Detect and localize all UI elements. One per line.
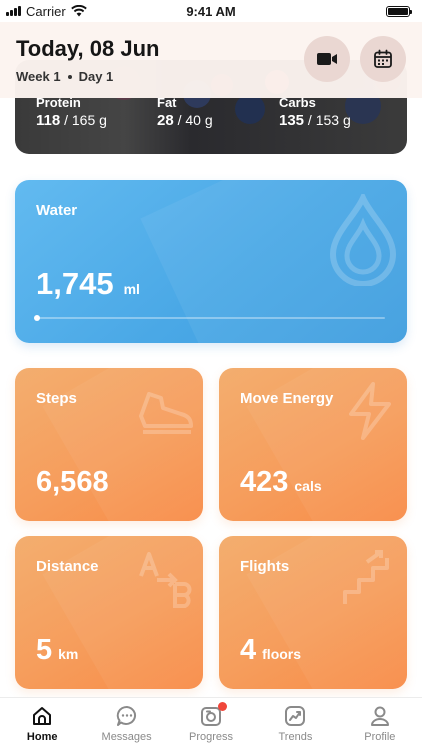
distance-card[interactable]: Distance 5 km — [15, 536, 203, 689]
video-camera-icon — [317, 53, 337, 65]
tab-messages-label: Messages — [101, 731, 152, 743]
food-photo-berry — [235, 94, 265, 124]
move-energy-value-group: 423 cals — [240, 466, 322, 499]
header: Today, 08 Jun Week 1 Day 1 — [0, 22, 422, 98]
calendar-icon — [374, 49, 392, 68]
battery-fill — [388, 7, 408, 15]
water-value: 1,745 — [36, 266, 114, 301]
stairs-icon — [343, 550, 389, 604]
signal-icon — [6, 6, 21, 16]
battery-icon — [386, 5, 412, 17]
tab-profile[interactable]: Profile — [338, 698, 422, 750]
tab-progress[interactable]: Progress — [169, 698, 253, 750]
page-title: Today, 08 Jun — [16, 36, 160, 61]
video-button[interactable] — [304, 36, 350, 82]
home-icon — [33, 707, 52, 725]
fat-goal: / 40 g — [177, 112, 213, 128]
water-progress-track[interactable] — [34, 315, 385, 321]
tab-trends[interactable]: Trends — [253, 698, 337, 750]
macro-protein: Protein 118 / 165 g — [36, 95, 107, 129]
steps-value-group: 6,568 — [36, 466, 115, 499]
flights-title: Flights — [240, 558, 290, 575]
calendar-button[interactable] — [360, 36, 406, 82]
water-card[interactable]: Water 1,745 ml — [15, 180, 407, 343]
person-icon — [370, 706, 389, 726]
status-bar: Carrier 9:41 AM — [0, 0, 422, 22]
flights-value: 4 — [240, 634, 257, 666]
water-unit: ml — [123, 281, 140, 297]
tab-profile-label: Profile — [364, 731, 396, 743]
water-drop-icon — [329, 194, 397, 286]
lightning-icon — [349, 382, 391, 440]
flights-unit: floors — [262, 646, 302, 662]
distance-value-group: 5 km — [36, 634, 78, 667]
move-energy-value: 423 — [240, 466, 289, 498]
carbs-goal: / 153 g — [307, 112, 351, 128]
tab-messages[interactable]: Messages — [84, 698, 168, 750]
week-label: Week 1 — [16, 69, 61, 84]
tab-trends-label: Trends — [278, 731, 313, 743]
progress-badge — [217, 702, 227, 711]
macro-fat: Fat 28 / 40 g — [157, 95, 213, 129]
fat-value: 28 — [157, 112, 174, 129]
tab-home[interactable]: Home — [0, 698, 84, 750]
protein-goal: / 165 g — [64, 112, 107, 128]
water-progress-knob[interactable] — [34, 315, 40, 321]
steps-title: Steps — [36, 390, 77, 407]
day-label: Day 1 — [78, 69, 114, 84]
carrier-label: Carrier — [26, 3, 66, 19]
separator-dot — [67, 74, 72, 79]
wifi-icon — [70, 5, 87, 17]
a-to-b-icon — [139, 552, 192, 608]
shoe-icon — [139, 392, 193, 434]
trend-chart-icon — [285, 706, 306, 726]
carbs-value: 135 — [279, 112, 305, 129]
water-value-group: 1,745 ml — [36, 266, 140, 302]
move-energy-unit: cals — [294, 478, 322, 494]
status-left: Carrier — [6, 4, 87, 19]
tab-home-label: Home — [26, 731, 58, 743]
macro-carbs: Carbs 135 / 153 g — [279, 95, 351, 129]
move-energy-title: Move Energy — [240, 390, 334, 407]
distance-value: 5 — [36, 634, 53, 666]
distance-unit: km — [58, 646, 79, 662]
flights-card[interactable]: Flights 4 floors — [219, 536, 407, 689]
water-title: Water — [36, 202, 78, 219]
steps-card[interactable]: Steps 6,568 — [15, 368, 203, 521]
fat-value-line: 28 / 40 g — [157, 112, 213, 129]
carbs-value-line: 135 / 153 g — [279, 112, 351, 129]
week-day-label: Week 1 Day 1 — [16, 69, 113, 84]
flights-value-group: 4 floors — [240, 634, 301, 667]
tab-bar: Home Messages Progress Trends Profile — [0, 697, 422, 750]
tab-progress-label: Progress — [189, 731, 234, 743]
distance-title: Distance — [36, 558, 99, 575]
steps-value: 6,568 — [36, 466, 109, 498]
protein-value-line: 118 / 165 g — [36, 112, 107, 129]
chat-bubble-icon — [116, 705, 136, 726]
protein-value: 118 — [36, 112, 61, 129]
move-energy-card[interactable]: Move Energy 423 cals — [219, 368, 407, 521]
